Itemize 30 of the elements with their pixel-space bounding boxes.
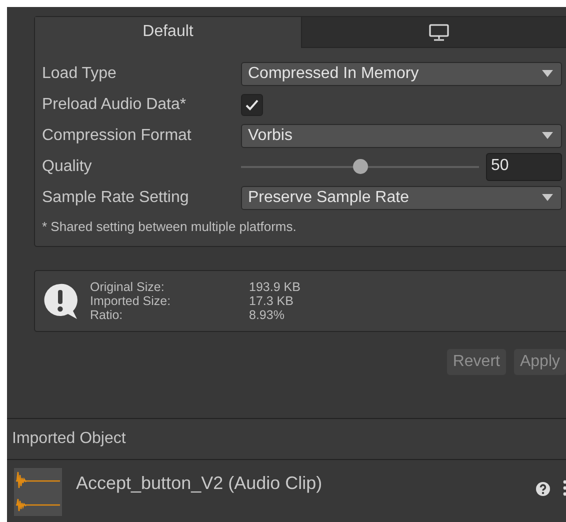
dropdown[interactable]: Vorbis: [241, 124, 562, 148]
caret-icon: [542, 70, 553, 77]
dropdown[interactable]: Compressed In Memory: [241, 62, 562, 86]
dropdown-value: Compressed In Memory: [248, 64, 419, 82]
monitor-icon: [428, 24, 448, 40]
setting-label: Load Type: [42, 64, 118, 82]
caret-icon: [542, 132, 553, 139]
caret-icon: [542, 194, 553, 201]
number-field[interactable]: 50: [486, 152, 562, 180]
setting-label: Compression Format: [42, 126, 192, 144]
info-value: 193.9 KB: [249, 280, 300, 294]
setting-label: Sample Rate Setting: [42, 188, 190, 206]
slider-thumb[interactable]: [353, 159, 368, 174]
object-title: Accept_button_V2 (Audio Clip): [76, 473, 324, 494]
info-label: Imported Size:: [90, 294, 172, 308]
dropdown-value: Vorbis: [248, 126, 292, 144]
info-value: 17.3 KB: [249, 294, 294, 308]
waveform-thumbnail: [14, 468, 62, 516]
checkbox[interactable]: [241, 94, 263, 116]
alert-bubble-icon: [42, 282, 80, 320]
help-icon[interactable]: [536, 482, 550, 496]
dropdown[interactable]: Preserve Sample Rate: [241, 186, 562, 210]
info-label: Ratio:: [90, 308, 124, 322]
info-label: Original Size:: [90, 280, 166, 294]
setting-label: Quality: [42, 158, 93, 176]
footnote: * Shared setting between multiple platforms.: [41, 218, 298, 236]
setting-label: Preload Audio Data*: [42, 96, 188, 114]
dropdown-value: Preserve Sample Rate: [248, 188, 409, 206]
info-value: 8.93%: [249, 308, 286, 322]
check-icon: [245, 98, 259, 110]
